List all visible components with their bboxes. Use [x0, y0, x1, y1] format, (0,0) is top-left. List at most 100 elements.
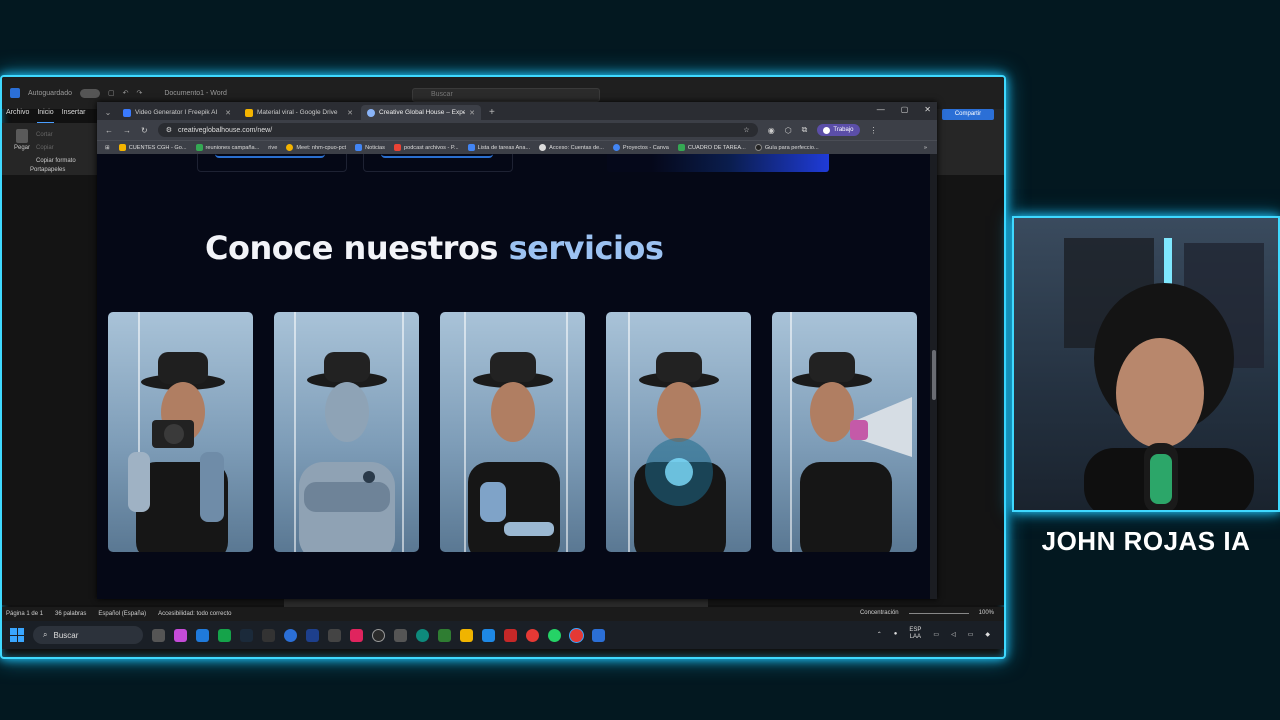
close-icon[interactable]: ✕: [225, 109, 231, 117]
copilot-icon[interactable]: [174, 628, 187, 642]
share-button[interactable]: Compartir: [942, 109, 994, 120]
network-icon[interactable]: ▭: [933, 631, 939, 638]
new-tab-icon[interactable]: +: [483, 105, 501, 120]
folder-icon[interactable]: [460, 628, 473, 642]
zoom-level[interactable]: 100%: [979, 610, 994, 616]
edge-icon[interactable]: [416, 628, 429, 642]
cut-button[interactable]: Cortar: [36, 129, 76, 142]
bookmark-item[interactable]: Proyectos - Canva: [612, 144, 669, 151]
undo-icon[interactable]: ↶: [123, 89, 129, 97]
battery-icon[interactable]: ▭: [968, 631, 974, 638]
tab-google-drive[interactable]: Material viral - Google Drive ✕: [239, 105, 359, 120]
chevron-up-icon[interactable]: ⌃: [877, 631, 882, 638]
play-icon[interactable]: [218, 628, 231, 642]
tab-freepik[interactable]: Video Generator I Freepik AI ✕: [117, 105, 237, 120]
volume-icon[interactable]: ◁: [951, 631, 956, 638]
tab-insertar[interactable]: Insertar: [62, 109, 86, 123]
close-window-icon[interactable]: ✕: [924, 105, 931, 114]
paste-button[interactable]: Pegar: [12, 129, 32, 159]
autosave-toggle[interactable]: [79, 88, 100, 98]
maximize-icon[interactable]: ▢: [901, 105, 909, 114]
card-button[interactable]: [215, 154, 325, 158]
bookmark-label: podcast archivos - P...: [403, 144, 459, 151]
bookmark-item[interactable]: CUENTES CGH - Go...: [118, 144, 187, 151]
text-icon[interactable]: [482, 628, 495, 642]
bookmark-favicon-icon: [612, 144, 620, 151]
language-indicator[interactable]: ESP LAA: [909, 627, 921, 641]
security-icon[interactable]: [438, 628, 451, 642]
camera-icon[interactable]: ◉: [768, 126, 775, 135]
service-card-thumbs-up[interactable]: [440, 312, 585, 552]
tab-creative-global-house[interactable]: Creative Global House – Experi ✕: [361, 105, 481, 120]
bookmark-item[interactable]: CUADRO DE TAREA...: [677, 144, 746, 151]
address-bar[interactable]: ⚙ creativeglobalhouse.com/new/ ☆: [157, 123, 758, 137]
service-card-apps[interactable]: [606, 312, 751, 552]
service-card-photography[interactable]: [108, 312, 253, 552]
bookmark-item[interactable]: podcast archivos - P...: [393, 144, 459, 151]
focus-mode-button[interactable]: Concentración: [860, 610, 899, 616]
reload-icon[interactable]: ↻: [141, 126, 148, 135]
bookmark-item[interactable]: reuniones campaña...: [195, 144, 259, 151]
puzzle-icon[interactable]: ⧉: [802, 125, 808, 135]
chatgpt-icon[interactable]: [372, 628, 385, 642]
globe-favicon-icon: [367, 108, 375, 117]
tab-archivo[interactable]: Archivo: [6, 109, 29, 123]
word-logo-icon: [10, 88, 20, 98]
bookmark-item[interactable]: Lista de tareas Ana...: [467, 144, 530, 151]
steam-icon[interactable]: [240, 628, 253, 642]
mic-icon[interactable]: ●: [894, 631, 898, 637]
close-icon[interactable]: ✕: [469, 109, 475, 117]
profile-button[interactable]: Trabajo: [817, 124, 860, 136]
tab-inicio[interactable]: Inicio: [37, 109, 54, 123]
tiktok-icon[interactable]: [350, 628, 363, 642]
service-card-robot[interactable]: [274, 312, 419, 552]
copy-button[interactable]: Copiar: [36, 142, 76, 155]
capcut-icon[interactable]: [328, 628, 341, 642]
bookmark-item[interactable]: rive: [268, 145, 277, 151]
bookmark-item[interactable]: Guía para perfeccio...: [754, 144, 819, 151]
notification-icon[interactable]: ◆: [985, 631, 990, 638]
word-icon[interactable]: [592, 628, 605, 642]
calculator-icon[interactable]: [394, 628, 407, 642]
forward-icon[interactable]: →: [123, 126, 131, 135]
bookmark-item[interactable]: Acceso: Cuentas de...: [539, 144, 604, 151]
redo-icon[interactable]: ↷: [136, 89, 142, 97]
taskbar-search[interactable]: ⌕ Buscar: [33, 626, 143, 644]
word-search-input[interactable]: Buscar: [412, 88, 600, 102]
paste-label: Pegar: [13, 145, 30, 151]
game-icon[interactable]: [504, 628, 517, 642]
apps-grid-icon[interactable]: ⊞: [105, 145, 110, 151]
card-button[interactable]: [381, 154, 493, 158]
language-status[interactable]: Español (España): [98, 611, 146, 617]
word-ribbon-tabs: Archivo Inicio Insertar: [2, 109, 98, 123]
tab-search-icon[interactable]: ⌄: [101, 106, 115, 120]
task-view-icon[interactable]: [152, 628, 165, 642]
chrome-icon[interactable]: [526, 628, 539, 642]
bookmark-star-icon[interactable]: ☆: [743, 126, 749, 134]
zoom-slider[interactable]: [908, 613, 969, 614]
store-icon[interactable]: [196, 628, 209, 642]
scrollbar-thumb[interactable]: [932, 350, 936, 400]
playstation-icon[interactable]: [306, 628, 319, 642]
close-icon[interactable]: ✕: [347, 109, 353, 117]
save-icon[interactable]: ▢: [108, 89, 115, 97]
bookmark-item[interactable]: Noticias: [355, 144, 385, 151]
page-count[interactable]: Página 1 de 1: [6, 611, 43, 617]
whatsapp-icon[interactable]: [548, 628, 561, 642]
blue-banner: [607, 154, 829, 172]
windows-start-icon[interactable]: [10, 628, 24, 642]
more-bookmarks-icon[interactable]: »: [924, 145, 927, 151]
minimize-icon[interactable]: —: [877, 105, 885, 114]
site-info-icon[interactable]: ⚙: [166, 126, 172, 134]
service-card-megaphone[interactable]: [772, 312, 917, 552]
word-count[interactable]: 36 palabras: [55, 611, 86, 617]
back-icon[interactable]: ←: [105, 126, 113, 135]
menu-kebab-icon[interactable]: ⋮: [870, 126, 878, 135]
extension-icon[interactable]: ⬡: [785, 126, 792, 135]
browser-icon[interactable]: [284, 628, 297, 642]
bookmark-favicon-icon: [467, 144, 475, 151]
app-icon[interactable]: [262, 628, 275, 642]
accessibility-status[interactable]: Accesibilidad: todo correcto: [158, 611, 231, 617]
bookmark-item[interactable]: Meet: nhm-cpuo-pct: [286, 144, 346, 151]
chrome-active-icon[interactable]: [570, 628, 583, 642]
